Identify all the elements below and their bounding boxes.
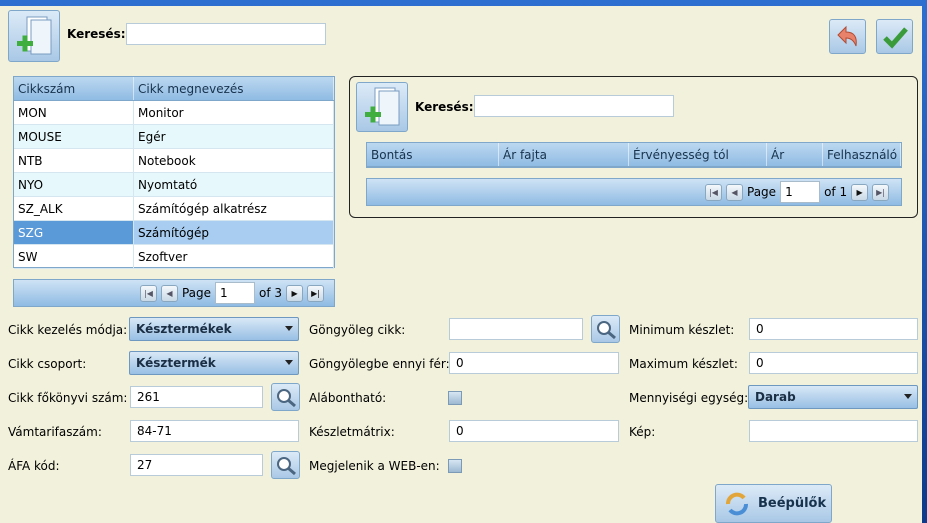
prev-page-button[interactable]: ◀ — [160, 284, 178, 302]
undo-icon — [837, 25, 857, 47]
column-header-ervenyesseg[interactable]: Érvényesség tól — [629, 143, 767, 166]
kezeles-dropdown[interactable]: Késztermékek — [129, 317, 299, 341]
confirm-button[interactable] — [876, 19, 913, 54]
kep-label: Kép: — [629, 425, 656, 439]
items-grid-header: Cikkszám Cikk megnevezés — [14, 77, 334, 101]
plugins-button[interactable]: Beépülők — [715, 484, 832, 523]
next-page-button[interactable]: ▶ — [286, 284, 304, 302]
max-input[interactable]: 0 — [749, 352, 918, 374]
gongyolegbe-input[interactable]: 0 — [449, 352, 619, 374]
fokonyv-input[interactable]: 261 — [130, 386, 263, 408]
gongyoleg-input[interactable] — [449, 318, 583, 340]
column-header-bontas[interactable]: Bontás — [367, 143, 499, 166]
new-document-icon — [365, 87, 400, 126]
page-input[interactable]: 1 — [780, 181, 821, 203]
vamtarifa-input[interactable]: 84-71 — [130, 420, 299, 442]
last-page-button[interactable]: ▶| — [872, 183, 890, 201]
vamtarifa-label: Vámtarifaszám: — [8, 425, 102, 439]
items-pager: |◀ ◀ Page 1 of 3 ▶ ▶| — [13, 279, 335, 307]
table-row[interactable]: SW Szoftver — [14, 245, 334, 269]
table-row[interactable]: MOUSE Egér — [14, 125, 334, 149]
first-page-button[interactable]: |◀ — [139, 284, 157, 302]
column-header-ar-fajta[interactable]: Ár fajta — [499, 143, 629, 166]
table-row[interactable]: SZ_ALK Számítógép alkatrész — [14, 197, 334, 221]
magnifier-icon — [277, 457, 296, 476]
web-label: Megjelenik a WEB-en: — [309, 459, 440, 473]
page-input[interactable]: 1 — [215, 282, 256, 304]
search-label: Keresés: — [67, 27, 126, 41]
prices-grid-header: Bontás Ár fajta Érvényesség tól Ár Felha… — [367, 143, 901, 167]
gongyoleg-label: Göngyöleg cikk: — [309, 323, 406, 337]
egyseg-label: Mennyiségi egység: — [629, 391, 749, 405]
prices-grid: Bontás Ár fajta Érvényesség tól Ár Felha… — [366, 142, 902, 168]
table-row[interactable]: NTB Notebook — [14, 149, 334, 173]
checkmark-icon — [883, 27, 908, 49]
page-count-label: of 3 — [259, 286, 283, 300]
magnifier-icon — [597, 321, 616, 340]
magnifier-icon — [277, 389, 296, 408]
main-panel: Keresés: Cikkszám Cikk megnevezés MON Mo… — [0, 6, 922, 523]
search-input[interactable] — [126, 23, 326, 45]
fokonyv-label: Cikk főkönyvi szám: — [8, 391, 128, 405]
page-label: Page — [181, 286, 212, 300]
egyseg-dropdown[interactable]: Darab — [748, 385, 918, 409]
plugins-button-label: Beépülők — [758, 496, 827, 511]
afa-input[interactable]: 27 — [130, 454, 263, 476]
items-grid: Cikkszám Cikk megnevezés MON Monitor MOU… — [13, 76, 335, 269]
new-item-button[interactable] — [8, 10, 60, 62]
first-page-button[interactable]: |◀ — [705, 183, 722, 201]
table-row-selected[interactable]: SZG Számítógép — [14, 221, 334, 245]
column-header-megnevezes[interactable]: Cikk megnevezés — [134, 77, 334, 100]
kep-input[interactable] — [749, 420, 918, 442]
csoport-dropdown[interactable]: Késztermék — [129, 351, 299, 375]
column-header-ar[interactable]: Ár — [767, 143, 823, 166]
price-search-label: Keresés: — [415, 100, 474, 114]
gongyolegbe-label: Göngyölegbe ennyi fér: — [309, 357, 450, 371]
chevron-down-icon — [904, 394, 912, 399]
new-price-button[interactable] — [356, 82, 408, 132]
kezeles-label: Cikk kezelés módja: — [8, 323, 128, 337]
alabonthato-label: Alábontható: — [309, 391, 387, 405]
csoport-label: Cikk csoport: — [8, 357, 87, 371]
last-page-button[interactable]: ▶| — [307, 284, 325, 302]
min-label: Minimum készlet: — [629, 323, 735, 337]
next-page-button[interactable]: ▶ — [851, 183, 869, 201]
afa-search-button[interactable] — [271, 451, 300, 479]
web-checkbox[interactable] — [448, 459, 462, 473]
price-search-input[interactable] — [474, 95, 674, 117]
fokonyv-search-button[interactable] — [271, 383, 300, 411]
prices-pager: |◀ ◀ Page 1 of 1 ▶ ▶| — [366, 178, 902, 206]
new-document-icon — [17, 16, 52, 55]
undo-button[interactable] — [829, 19, 866, 54]
page-label: Page — [747, 185, 777, 199]
keszletmatrix-label: Készletmátrix: — [309, 425, 395, 439]
prev-page-button[interactable]: ◀ — [726, 183, 743, 201]
column-header-cikkszam[interactable]: Cikkszám — [14, 77, 134, 100]
max-label: Maximum készlet: — [629, 357, 738, 371]
alabonthato-checkbox[interactable] — [448, 391, 462, 405]
afa-label: ÁFA kód: — [8, 459, 60, 473]
min-input[interactable]: 0 — [749, 318, 918, 340]
keszletmatrix-input[interactable]: 0 — [449, 420, 619, 442]
refresh-icon — [726, 492, 748, 515]
table-row[interactable]: MON Monitor — [14, 101, 334, 125]
table-row[interactable]: NYO Nyomtató — [14, 173, 334, 197]
prices-panel: Keresés: Bontás Ár fajta Érvényesség tól… — [349, 76, 918, 218]
chevron-down-icon — [285, 326, 293, 331]
column-header-felhasznalo[interactable]: Felhasználó — [823, 143, 901, 166]
gongyoleg-search-button[interactable] — [591, 315, 620, 343]
chevron-down-icon — [285, 360, 293, 365]
page-count-label: of 1 — [824, 185, 848, 199]
